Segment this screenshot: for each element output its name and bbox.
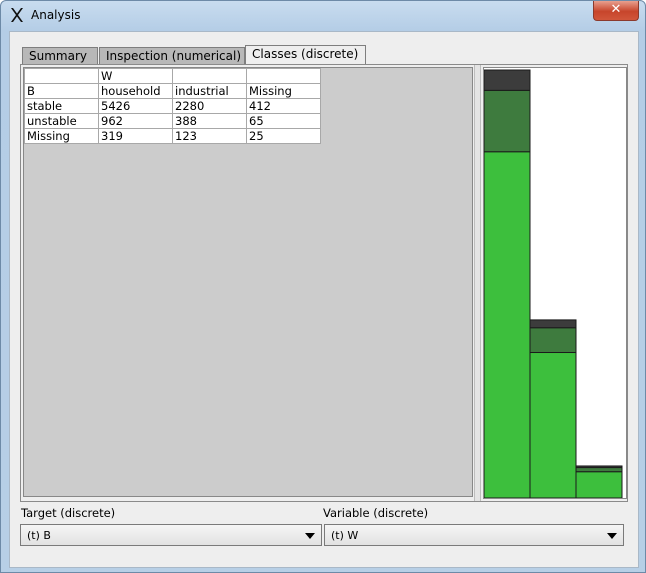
window-content: Summary Inspection (numerical) Classes (… [9,31,639,568]
variable-label: Variable (discrete) [323,506,429,520]
bar-industrial-unstable [529,327,577,354]
table-row: unstable 962 388 65 [24,113,321,129]
table-cell: 65 [246,113,321,129]
table-cell: industrial [172,83,247,99]
table-cell: 388 [172,113,247,129]
analysis-window: Analysis ✕ Summary Inspection (numerical… [0,0,646,573]
tab-summary[interactable]: Summary [22,47,98,64]
table-cell: Missing [24,128,99,144]
dropdown-arrow-icon [607,533,617,539]
target-label: Target (discrete) [21,506,116,520]
close-icon: ✕ [610,2,622,17]
bar-missing-missing [575,465,623,469]
bar-missing-unstable [575,467,623,473]
table-row: W [24,68,321,84]
table-cell: 962 [98,113,173,129]
table-cell: 319 [98,128,173,144]
table-cell: 123 [172,128,247,144]
table-cell: 412 [246,98,321,114]
table-row: Missing 319 123 25 [24,128,321,144]
bar-chart-svg [484,69,623,498]
close-button[interactable]: ✕ [593,1,639,21]
app-x-icon [11,8,23,22]
table-cell: B [24,83,99,99]
table-row: stable 5426 2280 412 [24,98,321,114]
table-cell [24,68,99,84]
title-bar[interactable]: Analysis ✕ [1,1,645,29]
table-cell: 5426 [98,98,173,114]
table-cell: W [98,68,173,84]
table-cell: unstable [24,113,99,129]
table-cell: stable [24,98,99,114]
target-select-value: (t) B [27,529,51,542]
window-title: Analysis [31,8,81,22]
class-distribution-chart [483,67,627,499]
bar-household-missing [484,69,531,91]
bar-household-unstable [484,89,531,153]
table-cell [246,68,321,84]
tab-inspection-numerical[interactable]: Inspection (numerical) [99,47,245,64]
crosstab-panel: W B household industrial Missing stable … [23,67,473,497]
split-pane-divider[interactable] [474,65,481,501]
tab-classes-discrete[interactable]: Classes (discrete) [245,45,366,65]
bar-missing-stable [575,471,623,498]
table-cell [172,68,247,84]
table-cell: household [98,83,173,99]
crosstab-table: W B household industrial Missing stable … [24,68,321,144]
variable-select[interactable]: (t) W [324,524,624,546]
bar-industrial-missing [529,319,577,329]
table-cell: 25 [246,128,321,144]
table-cell: Missing [246,83,321,99]
classes-tab-panel: W B household industrial Missing stable … [20,64,628,502]
variable-select-value: (t) W [331,529,359,542]
bar-household-stable [484,151,531,498]
table-cell: 2280 [172,98,247,114]
target-select[interactable]: (t) B [20,524,322,546]
table-row: B household industrial Missing [24,83,321,99]
bar-industrial-stable [529,352,577,498]
dropdown-arrow-icon [305,533,315,539]
